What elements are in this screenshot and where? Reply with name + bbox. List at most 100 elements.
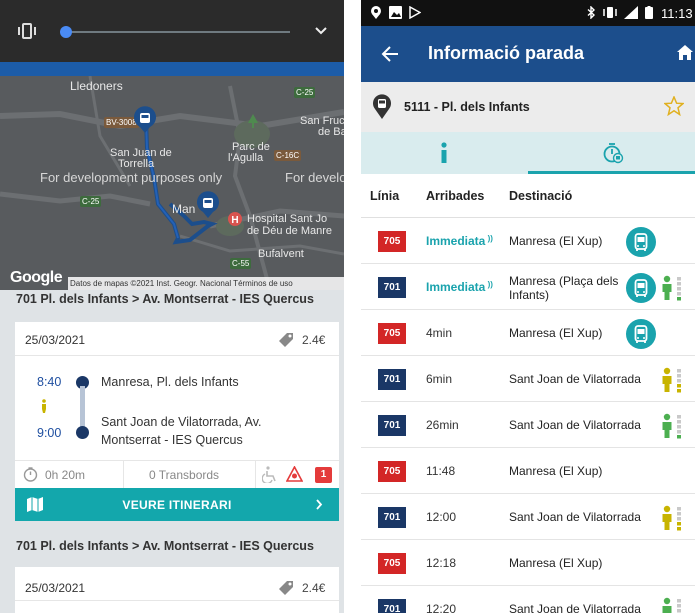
arrival-row[interactable]: 701 12:20 Sant Joan de Vilatorrada xyxy=(361,587,695,613)
occupancy-icon xyxy=(662,275,681,301)
volume-slider-track[interactable] xyxy=(66,31,290,33)
arrival-row[interactable]: 701 Immediata )) Manresa (Plaça dels Infan… xyxy=(361,265,695,310)
arrival-row[interactable]: 701 12:00 Sant Joan de Vilatorrada xyxy=(361,495,695,540)
signal-icon xyxy=(624,6,638,19)
arrival-row[interactable]: 705 12:18 Manresa (El Xup) xyxy=(361,541,695,586)
arrival-time: Immediata )) xyxy=(426,280,493,294)
line-badge: 701 xyxy=(378,415,406,436)
google-logo: Google xyxy=(10,269,63,286)
trip-duration: 0h 20m xyxy=(45,468,86,482)
map-place-label: l'Agulla xyxy=(228,152,264,164)
tab-info[interactable] xyxy=(361,132,528,174)
arrival-row[interactable]: 701 26min Sant Joan de Vilatorrada xyxy=(361,403,695,448)
bus-stop-marker-icon[interactable] xyxy=(132,106,158,134)
hospital-icon: H xyxy=(228,212,242,226)
col-header-destination: Destinació xyxy=(509,189,573,203)
accessible-bus-icon xyxy=(626,319,656,349)
stop-header: 5111 - Pl. dels Infants xyxy=(361,82,695,132)
map-place-label: Lledoners xyxy=(70,79,123,93)
home-icon[interactable] xyxy=(676,44,694,61)
occupancy-icon xyxy=(662,367,681,393)
arrival-time: Immediata )) xyxy=(426,234,493,248)
map-attribution[interactable]: Datos de mapas ©2021 Inst. Geogr. Nacion… xyxy=(68,277,344,290)
tab-bar xyxy=(361,132,695,174)
chevron-down-icon[interactable] xyxy=(313,24,329,38)
itinerary-card: 25/03/2021 2.4€ 8:40 Manresa, Pl. dels I… xyxy=(15,322,339,521)
arrival-row[interactable]: 705 4min Manresa (El Xup) xyxy=(361,311,695,356)
line-badge: 701 xyxy=(378,599,406,613)
image-status-icon xyxy=(389,6,402,19)
occupancy-icon xyxy=(662,505,681,531)
line-badge: 705 xyxy=(378,461,406,482)
wheelchair-icon xyxy=(262,466,276,483)
arrival-time: 12:00 xyxy=(426,510,457,524)
departure-time: 8:40 xyxy=(37,375,62,389)
arrival-time: 26min xyxy=(426,418,459,432)
destination: Manresa (El Xup) xyxy=(509,326,603,340)
road-badge: C-25 xyxy=(294,87,316,98)
arrival-row[interactable]: 701 6min Sant Joan de Vilatorrada xyxy=(361,357,695,402)
destination: Sant Joan de Vilatorrada xyxy=(509,372,641,386)
clock-icon xyxy=(23,467,38,482)
route-title: 701 Pl. dels Infants > Av. Montserrat - … xyxy=(16,539,314,553)
view-itinerary-button[interactable]: VEURE ITINERARI xyxy=(15,488,339,521)
line-badge: 701 xyxy=(378,507,406,528)
route-title: 701 Pl. dels Infants > Av. Montserrat - … xyxy=(16,292,314,306)
ticket-icon xyxy=(279,581,293,595)
arrival-time: 4min xyxy=(426,326,453,340)
bluetooth-icon xyxy=(587,6,596,19)
volume-panel xyxy=(0,0,344,62)
favorite-star-icon[interactable] xyxy=(664,96,684,116)
battery-icon xyxy=(645,6,653,19)
status-time: 11:13 xyxy=(661,6,693,21)
status-bar: 11:13 xyxy=(361,0,695,26)
line-badge: 705 xyxy=(378,553,406,574)
app-bar: Informació parada xyxy=(361,26,695,82)
footer-divider xyxy=(255,461,256,489)
right-screen: 11:13 Informació parada 5111 - Pl. dels … xyxy=(361,0,695,613)
road-badge: C-55 xyxy=(230,258,252,269)
map-place-label: Torrella xyxy=(118,158,155,170)
trip-price: 2.4€ xyxy=(302,333,326,347)
destination: Manresa (Plaça dels Infants) xyxy=(509,274,619,302)
table-header: Línia Arribades Destinació xyxy=(361,174,695,218)
map-place-label: de Ba xyxy=(318,126,344,138)
destination: Manresa (El Xup) xyxy=(509,556,603,570)
road-badge: C-16C xyxy=(274,150,302,161)
arrival-dot xyxy=(76,426,89,439)
trip-date: 25/03/2021 xyxy=(25,581,86,595)
departure-place: Manresa, Pl. dels Infants xyxy=(101,375,239,389)
alert-count-badge[interactable]: 1 xyxy=(315,467,332,483)
stopwatch-bus-icon xyxy=(603,143,624,164)
vibrate-icon[interactable] xyxy=(17,21,37,41)
app-header-strip xyxy=(0,62,344,76)
map-dev-watermark: For develo xyxy=(285,170,344,185)
volume-slider-knob[interactable] xyxy=(60,26,72,38)
warning-icon[interactable] xyxy=(286,466,303,482)
accessible-bus-icon xyxy=(626,227,656,257)
map-place-label: de Déu de Manre xyxy=(247,225,332,237)
chevron-right-icon xyxy=(316,499,323,510)
left-screen: Lledoners San Fruc de Ba Parc de l'Agull… xyxy=(0,0,344,613)
bus-stop-marker-icon[interactable] xyxy=(195,191,221,219)
occupancy-icon xyxy=(662,413,681,439)
arrival-row[interactable]: 705 11:48 Manresa (El Xup) xyxy=(361,449,695,494)
realtime-signal-icon: )) xyxy=(485,234,493,243)
arrival-place: Sant Joan de Vilatorrada, Av. xyxy=(101,415,262,429)
arrival-row[interactable]: 705 Immediata )) Manresa (El Xup) xyxy=(361,219,695,264)
view-itinerary-label: VEURE ITINERARI xyxy=(122,498,232,512)
trip-price: 2.4€ xyxy=(302,581,326,595)
card-header: 25/03/2021 2.4€ xyxy=(15,567,339,601)
location-status-icon xyxy=(371,6,381,19)
park-icon xyxy=(248,114,258,128)
tab-arrivals[interactable] xyxy=(528,132,695,174)
trip-date: 25/03/2021 xyxy=(25,333,86,347)
line-badge: 705 xyxy=(378,323,406,344)
line-badge: 701 xyxy=(378,369,406,390)
route-map[interactable]: Lledoners San Fruc de Ba Parc de l'Agull… xyxy=(0,76,344,290)
map-dev-watermark: For development purposes only xyxy=(40,170,223,185)
walk-icon xyxy=(42,399,46,413)
arrival-time: 9:00 xyxy=(37,426,62,440)
back-arrow-icon[interactable] xyxy=(381,46,399,62)
col-header-arrivals: Arribades xyxy=(426,189,485,203)
